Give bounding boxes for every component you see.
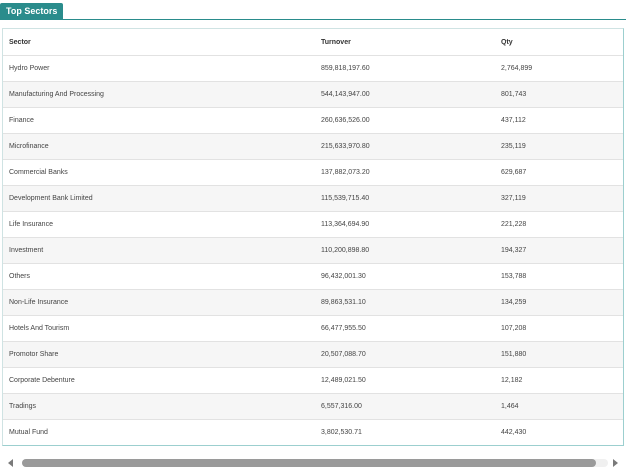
cell-turnover: 260,636,526.00 xyxy=(315,107,495,134)
cell-qty: 2,764,899 xyxy=(495,55,623,82)
column-header-sector[interactable]: Sector xyxy=(3,29,315,56)
cell-qty: 153,788 xyxy=(495,263,623,290)
cell-turnover: 3,802,530.71 xyxy=(315,419,495,445)
cell-qty: 801,743 xyxy=(495,81,623,108)
cell-sector: Non-Life Insurance xyxy=(3,289,315,316)
cell-qty: 12,182 xyxy=(495,367,623,394)
cell-sector: Tradings xyxy=(3,393,315,420)
cell-turnover: 859,818,197.60 xyxy=(315,55,495,82)
cell-turnover: 66,477,955.50 xyxy=(315,315,495,342)
cell-sector: Mutual Fund xyxy=(3,419,315,445)
panel-header: Top Sectors xyxy=(0,3,626,20)
cell-sector: Others xyxy=(3,263,315,290)
table-row[interactable]: Finance 260,636,526.00 437,112 xyxy=(3,107,623,134)
cell-turnover: 12,489,021.50 xyxy=(315,367,495,394)
horizontal-scrollbar[interactable] xyxy=(4,457,624,469)
table-row[interactable]: Investment 110,200,898.80 194,327 xyxy=(3,237,623,264)
table-row[interactable]: Non-Life Insurance 89,863,531.10 134,259 xyxy=(3,289,623,316)
cell-turnover: 89,863,531.10 xyxy=(315,289,495,316)
cell-turnover: 544,143,947.00 xyxy=(315,81,495,108)
cell-sector: Promotor Share xyxy=(3,341,315,368)
table-row[interactable]: Microfinance 215,633,970.80 235,119 xyxy=(3,133,623,160)
scroll-thumb[interactable] xyxy=(22,459,597,467)
cell-sector: Development Bank Limited xyxy=(3,185,315,212)
cell-qty: 194,327 xyxy=(495,237,623,264)
table-row[interactable]: Life Insurance 113,364,694.90 221,228 xyxy=(3,211,623,238)
cell-qty: 221,228 xyxy=(495,211,623,238)
cell-turnover: 215,633,970.80 xyxy=(315,133,495,160)
table-row[interactable]: Manufacturing And Processing 544,143,947.… xyxy=(3,81,623,108)
cell-qty: 327,119 xyxy=(495,185,623,212)
sectors-table-container: Sector Turnover Qty Hydro Power 859,818,1… xyxy=(2,28,624,446)
cell-qty: 437,112 xyxy=(495,107,623,134)
cell-turnover: 110,200,898.80 xyxy=(315,237,495,264)
top-sectors-panel: Top Sectors Sector Turnover Qty Hydro Po… xyxy=(0,0,633,476)
cell-sector: Hydro Power xyxy=(3,55,315,82)
cell-turnover: 6,557,316.00 xyxy=(315,393,495,420)
cell-turnover: 137,882,073.20 xyxy=(315,159,495,186)
cell-sector: Microfinance xyxy=(3,133,315,160)
table-row[interactable]: Commercial Banks 137,882,073.20 629,687 xyxy=(3,159,623,186)
arrow-right-icon[interactable] xyxy=(613,459,618,467)
table-row[interactable]: Mutual Fund 3,802,530.71 442,430 xyxy=(3,419,623,445)
cell-sector: Hotels And Tourism xyxy=(3,315,315,342)
cell-sector: Finance xyxy=(3,107,315,134)
table-row[interactable]: Corporate Debenture 12,489,021.50 12,182 xyxy=(3,367,623,394)
cell-qty: 442,430 xyxy=(495,419,623,445)
table-row[interactable]: Others 96,432,001.30 153,788 xyxy=(3,263,623,290)
table-header-row: Sector Turnover Qty xyxy=(3,29,623,56)
sectors-table: Sector Turnover Qty Hydro Power 859,818,1… xyxy=(3,29,623,445)
arrow-left-icon[interactable] xyxy=(8,459,13,467)
cell-sector: Commercial Banks xyxy=(3,159,315,186)
cell-qty: 235,119 xyxy=(495,133,623,160)
cell-turnover: 113,364,694.90 xyxy=(315,211,495,238)
table-body: Hydro Power 859,818,197.60 2,764,899 Manufa… xyxy=(3,55,623,445)
table-row[interactable]: Development Bank Limited 115,539,715.40 32… xyxy=(3,185,623,212)
cell-turnover: 115,539,715.40 xyxy=(315,185,495,212)
cell-sector: Corporate Debenture xyxy=(3,367,315,394)
table-row[interactable]: Tradings 6,557,316.00 1,464 xyxy=(3,393,623,420)
table-row[interactable]: Hydro Power 859,818,197.60 2,764,899 xyxy=(3,55,623,82)
cell-qty: 107,208 xyxy=(495,315,623,342)
cell-sector: Manufacturing And Processing xyxy=(3,81,315,108)
cell-sector: Life Insurance xyxy=(3,211,315,238)
cell-qty: 1,464 xyxy=(495,393,623,420)
cell-sector: Investment xyxy=(3,237,315,264)
column-header-qty[interactable]: Qty xyxy=(495,29,623,56)
column-header-turnover[interactable]: Turnover xyxy=(315,29,495,56)
cell-turnover: 96,432,001.30 xyxy=(315,263,495,290)
cell-turnover: 20,507,088.70 xyxy=(315,341,495,368)
scroll-track[interactable] xyxy=(22,459,608,467)
cell-qty: 151,880 xyxy=(495,341,623,368)
table-row[interactable]: Hotels And Tourism 66,477,955.50 107,208 xyxy=(3,315,623,342)
table-row[interactable]: Promotor Share 20,507,088.70 151,880 xyxy=(3,341,623,368)
tab-top-sectors[interactable]: Top Sectors xyxy=(0,3,64,19)
cell-qty: 629,687 xyxy=(495,159,623,186)
cell-qty: 134,259 xyxy=(495,289,623,316)
